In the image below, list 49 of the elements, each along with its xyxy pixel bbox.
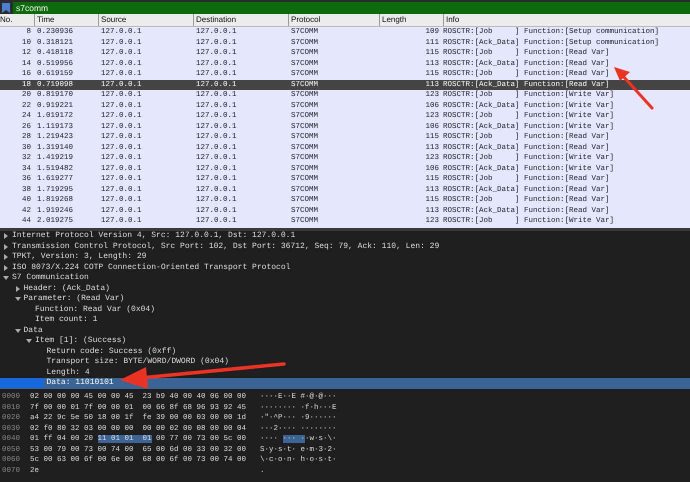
detail-row[interactable]: Data: 11010101 [0,378,690,388]
detail-text: Internet Protocol Version 4, Src: 127.0.0.1, Dst: 127.0.0.1 [12,231,296,242]
column-header[interactable]: Info [443,14,690,26]
detail-row[interactable]: Item count: 1 [0,315,690,326]
detail-row[interactable]: ISO 8073/X.224 COTP Connection-Oriented Transport Protocol [0,262,690,273]
collapsed-arrow-icon[interactable] [3,244,9,250]
detail-text: Item [1]: (Success) [35,336,126,346]
detail-text: Data [24,326,43,336]
detail-text: Function: Read Var (0x04) [35,304,156,315]
expanded-arrow-icon[interactable] [14,296,20,302]
detail-row[interactable]: Return code: Success (0xff) [0,346,690,357]
detail-row[interactable]: Transmission Control Protocol, Src Port: 102, Dst Port: 36712, Seq: 79, Ack: 110, Len: 29 [0,242,690,252]
collapsed-arrow-icon[interactable] [3,254,9,260]
detail-text: Transport size: BYTE/WORD/DWORD (0x04) [46,357,229,368]
collapsed-arrow-icon[interactable] [3,264,9,271]
column-header[interactable]: Source [98,14,193,26]
detail-row[interactable]: Transport size: BYTE/WORD/DWORD (0x04) [0,357,690,368]
expanded-arrow-icon[interactable] [14,328,20,334]
detail-row[interactable]: Header: (Ack_Data) [0,284,690,294]
detail-text: Header: (Ack_Data) [24,284,110,294]
detail-row[interactable]: Function: Read Var (0x04) [0,304,690,315]
detail-text: ISO 8073/X.224 COTP Connection-Oriented Transport Protocol [12,262,290,273]
detail-row[interactable]: TPKT, Version: 3, Length: 29 [0,252,690,262]
collapsed-arrow-icon[interactable] [3,233,9,240]
detail-text: Data: 11010101 [46,378,114,388]
detail-text: Parameter: (Read Var) [24,294,124,304]
detail-text: Item count: 1 [35,315,98,326]
detail-text: Transmission Control Protocol, Src Port: 102, Dst Port: 36712, Seq: 79, Ack: 110, Len: 29 [12,242,440,252]
detail-text: Return code: Success (0xff) [46,346,176,357]
detail-text: S7 Communication [12,273,89,284]
detail-text: Length: 4 [46,368,90,378]
detail-text: TPKT, Version: 3, Length: 29 [12,252,146,262]
collapsed-arrow-icon[interactable] [14,286,20,292]
column-header[interactable]: Length [379,14,443,26]
expanded-arrow-icon[interactable] [26,338,32,344]
arrow [612,66,656,112]
detail-row[interactable]: Parameter: (Read Var) [0,294,690,304]
detail-row[interactable]: Data [0,326,690,336]
expanded-arrow-icon[interactable] [3,275,9,282]
filter-field[interactable]: s7comm [13,2,690,14]
column-header[interactable]: Time [34,14,98,26]
detail-row[interactable]: Length: 4 [0,368,690,378]
detail-row[interactable]: S7 Communication [0,273,690,284]
column-header[interactable]: Destination [193,14,288,26]
column-header[interactable]: No. [0,14,34,26]
bookmark-icon[interactable] [2,3,10,13]
detail-row[interactable]: Internet Protocol Version 4, Src: 127.0.0.1, Dst: 127.0.0.1 [0,231,690,242]
detail-row[interactable]: Item [1]: (Success) [0,336,690,346]
column-header[interactable]: Protocol [288,14,379,26]
